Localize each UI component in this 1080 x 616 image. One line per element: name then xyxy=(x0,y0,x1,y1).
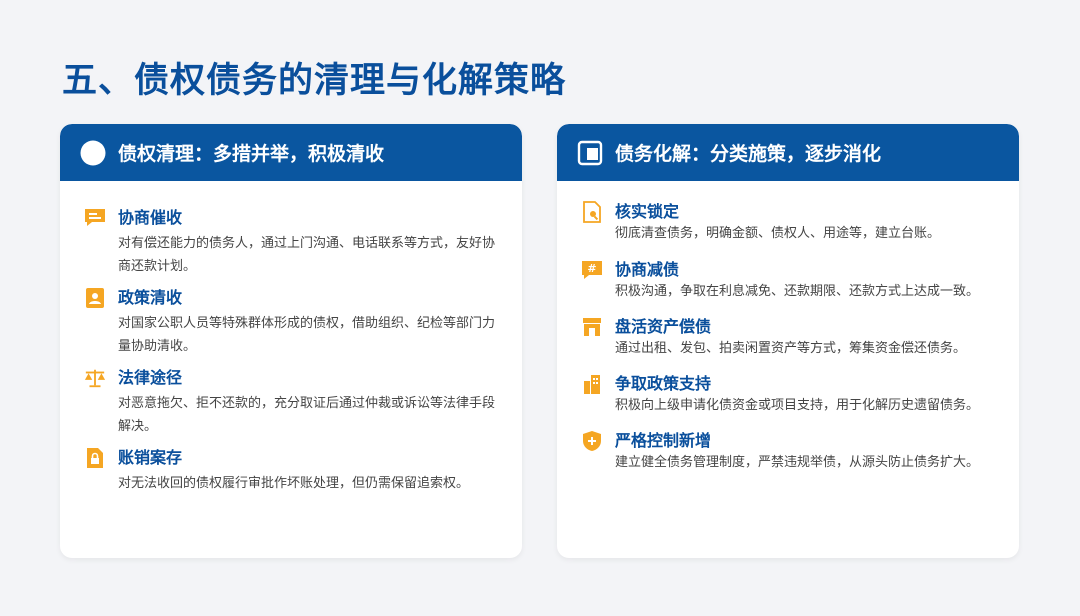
item-desc: 积极向上级申请化债资金或项目支持，用于化解历史遗留债务。 xyxy=(615,398,980,413)
search-document-icon xyxy=(581,201,603,223)
list-item: # 协商减债 积极沟通，争取在利息减免、还款期限、还款方式上达成一致。 xyxy=(581,259,999,317)
locked-document-icon xyxy=(84,447,106,469)
debt-resolution-card: 债务化解：分类施策，逐步消化 核实锁定 彻底清查债务，明确金额、债权人、用途等，… xyxy=(557,124,1019,558)
list-item: 核实锁定 彻底清查债务，明确金额、债权人、用途等，建立台账。 xyxy=(581,201,999,251)
list-item: 法律途径 对恶意拖欠、拒不还款的，充分取证后通过仲裁或诉讼等法律手段解决。 xyxy=(84,367,502,437)
item-desc: 通过出租、发包、拍卖闲置资产等方式，筹集资金偿还债务。 xyxy=(615,341,967,356)
item-desc: 对有偿还能力的债务人，通过上门沟通、电话联系等方式，友好协商还款计划。 xyxy=(118,236,496,274)
item-desc: 彻底清查债务，明确金额、债权人、用途等，建立台账。 xyxy=(615,226,941,241)
item-title: 核实锁定 xyxy=(615,202,680,221)
person-document-icon xyxy=(84,287,106,309)
debt-clearance-card: 债权清理：多措并举，积极清收 协商催收 对有偿还能力的债务人，通过上门沟通、电话… xyxy=(60,124,522,558)
scales-icon xyxy=(84,367,106,389)
item-desc: 对恶意拖欠、拒不还款的，充分取证后通过仲裁或诉讼等法律手段解决。 xyxy=(118,396,496,434)
list-item: 账销案存 对无法收回的债权履行审批作坏账处理，但仍需保留追索权。 xyxy=(84,447,502,517)
list-item: 政策清收 对国家公职人员等特殊群体形成的债权，借助组织、纪检等部门力量协助清收。 xyxy=(84,287,502,357)
item-desc: 积极沟通，争取在利息减免、还款期限、还款方式上达成一致。 xyxy=(615,284,980,299)
circle-icon xyxy=(80,140,106,166)
item-desc: 建立健全债务管理制度，严禁违规举债，从源头防止债务扩大。 xyxy=(615,455,980,470)
svg-text:#: # xyxy=(587,262,596,275)
card-header: 债权清理：多措并举，积极清收 xyxy=(60,124,522,181)
shield-icon xyxy=(581,430,603,452)
item-title: 盘活资产偿债 xyxy=(615,317,712,336)
chat-icon xyxy=(84,207,106,229)
hash-chat-icon: # xyxy=(581,259,603,281)
building-icon xyxy=(581,373,603,395)
list-item: 严格控制新增 建立健全债务管理制度，严禁违规举债，从源头防止债务扩大。 xyxy=(581,430,999,488)
card-title: 债务化解：分类施策，逐步消化 xyxy=(615,143,882,165)
list-item: 协商催收 对有偿还能力的债务人，通过上门沟通、电话联系等方式，友好协商还款计划。 xyxy=(84,207,502,277)
item-title: 严格控制新增 xyxy=(615,431,712,450)
document-icon xyxy=(577,140,603,166)
page-title: 五、债权债务的清理与化解策略 xyxy=(62,61,567,101)
item-title: 账销案存 xyxy=(118,448,183,467)
list-item: 盘活资产偿债 通过出租、发包、拍卖闲置资产等方式，筹集资金偿还债务。 xyxy=(581,316,999,374)
card-title: 债权清理：多措并举，积极清收 xyxy=(118,143,385,165)
item-desc: 对无法收回的债权履行审批作坏账处理，但仍需保留追索权。 xyxy=(118,476,470,491)
item-desc: 对国家公职人员等特殊群体形成的债权，借助组织、纪检等部门力量协助清收。 xyxy=(118,316,496,354)
item-title: 法律途径 xyxy=(118,368,183,387)
item-title: 协商减债 xyxy=(615,260,680,279)
list-item: 争取政策支持 积极向上级申请化债资金或项目支持，用于化解历史遗留债务。 xyxy=(581,373,999,431)
item-title: 政策清收 xyxy=(118,288,183,307)
store-icon xyxy=(581,316,603,338)
card-header: 债务化解：分类施策，逐步消化 xyxy=(557,124,1019,181)
item-title: 争取政策支持 xyxy=(615,374,712,393)
item-title: 协商催收 xyxy=(118,208,183,227)
